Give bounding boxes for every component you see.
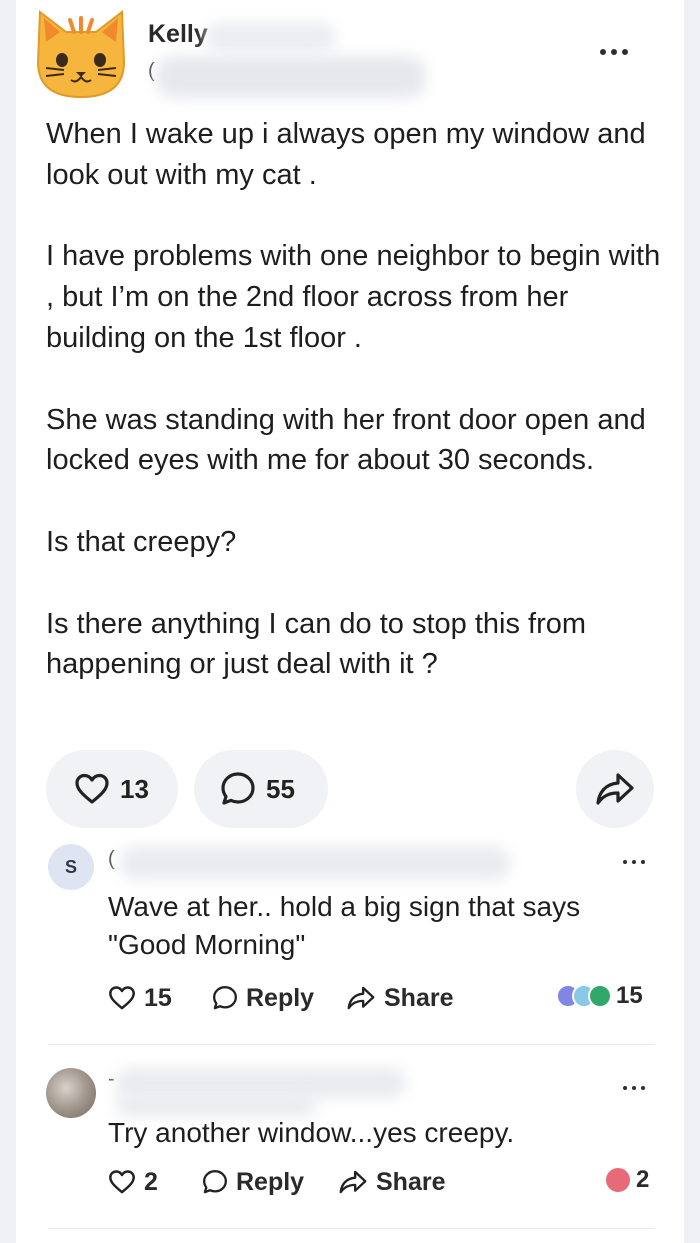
redacted-comment-meta — [116, 1094, 316, 1116]
comment-avatar[interactable] — [46, 1068, 96, 1118]
comment-bubble-icon — [203, 1170, 227, 1194]
comment-share-button[interactable]: Share — [346, 980, 453, 1016]
post-card: Kelly ( When I wake up i always open my … — [16, 0, 684, 1243]
share-arrow-icon — [596, 773, 634, 805]
comment-avatar[interactable]: S — [48, 844, 94, 890]
comment-reply-label: Reply — [246, 983, 315, 1012]
heart-icon — [75, 773, 109, 804]
post-more-options-icon[interactable] — [594, 42, 634, 62]
comment-divider — [48, 1228, 654, 1229]
comment-reply-label: Reply — [236, 1167, 305, 1196]
comment-like-button[interactable]: 15 — [108, 980, 172, 1016]
comment-reply-button[interactable]: Reply — [212, 980, 314, 1016]
comment-reactions[interactable]: 15 — [556, 982, 643, 1010]
comment-like-count: 15 — [144, 983, 172, 1012]
comment-reaction-count: 2 — [636, 1166, 650, 1193]
comment-share-button[interactable]: Share — [338, 1164, 445, 1200]
comment-text: Try another window...yes creepy. — [108, 1117, 515, 1148]
redacted-comment-author — [120, 846, 510, 880]
heart-icon — [109, 986, 135, 1010]
heart-reaction-icon — [604, 1166, 632, 1194]
post-paragraph: When I wake up i always open my window a… — [46, 118, 646, 191]
comment-actions: 15 Reply Share 15 — [108, 980, 668, 1016]
post-like-button[interactable]: 13 — [46, 750, 178, 828]
redacted-author-handle — [156, 56, 426, 98]
comment-share-label: Share — [376, 1167, 446, 1196]
comment-actions: 2 Reply Share 2 — [108, 1164, 668, 1200]
share-arrow-icon — [339, 1170, 367, 1194]
comment-reaction-count: 15 — [616, 982, 643, 1009]
post-comment-button[interactable]: 55 — [194, 750, 328, 828]
comment-author-name[interactable]: ( — [108, 848, 115, 871]
post-author-name[interactable]: Kelly — [148, 20, 208, 49]
comment-more-options-icon[interactable] — [614, 1078, 654, 1098]
comment-like-count: 2 — [144, 1167, 158, 1196]
post-paragraph: She was standing with her front door ope… — [46, 403, 646, 477]
comment-divider — [48, 1044, 654, 1045]
cat-avatar-icon[interactable] — [26, 2, 136, 102]
comment-share-label: Share — [384, 983, 454, 1012]
post-like-count: 13 — [120, 773, 149, 804]
comment-more-options-icon[interactable] — [614, 852, 654, 872]
comment-author-name[interactable]: - — [108, 1068, 115, 1091]
comment-text: Wave at her.. hold a big sign that says … — [108, 891, 581, 960]
post-paragraph: Is there anything I can do to stop this … — [46, 607, 587, 681]
post-share-button[interactable] — [576, 750, 654, 828]
share-arrow-icon — [347, 986, 375, 1010]
redacted-author-name — [206, 22, 336, 52]
heart-icon — [109, 1170, 135, 1194]
post-body: When I wake up i always open my window a… — [46, 114, 666, 685]
comment-bubble-icon — [213, 986, 237, 1010]
comment-bubble-icon — [221, 772, 255, 805]
post-paragraph: Is that creepy? — [46, 525, 237, 558]
thumbs-up-reaction-icon — [588, 984, 612, 1008]
comment-like-button[interactable]: 2 — [108, 1164, 158, 1200]
post-author-handle: ( — [148, 60, 155, 82]
post-paragraph: I have problems with one neighbor to beg… — [46, 240, 661, 354]
comment-reply-button[interactable]: Reply — [202, 1164, 304, 1200]
comment-reactions[interactable]: 2 — [604, 1166, 649, 1194]
post-comment-count: 55 — [266, 773, 295, 804]
